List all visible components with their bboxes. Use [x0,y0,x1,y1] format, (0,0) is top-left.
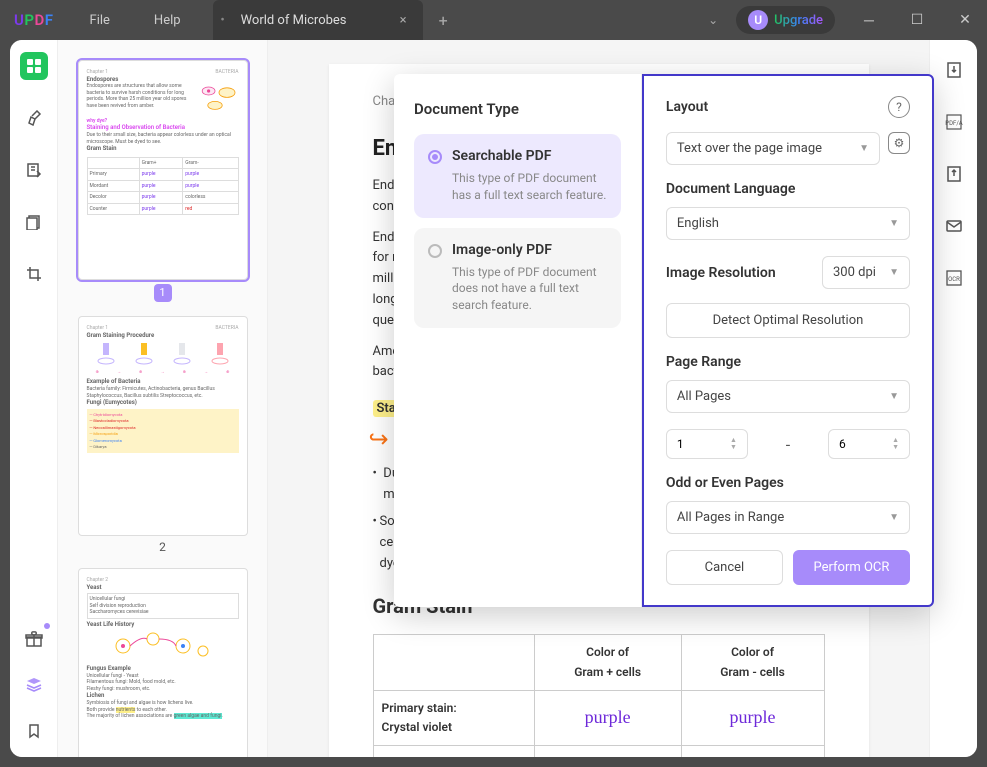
gear-icon[interactable]: ⚙ [888,132,910,154]
export-icon[interactable] [940,56,968,84]
language-label: Document Language [666,181,910,197]
document-type-label: Document Type [414,100,621,118]
ocr-dialog-left: Document Type Searchable PDF This type o… [394,74,642,607]
bookmark-icon[interactable] [20,717,48,745]
gift-icon[interactable] [20,625,48,653]
gram-stain-table: Color of Gram + cellsColor of Gram - cel… [373,634,825,757]
thumbnail-panel: Chapter 1BACTERIA Endospores Endospores … [58,40,268,757]
page-number-badge: 1 [154,284,172,302]
chevron-down-icon: ▼ [889,512,899,523]
left-toolbar [10,40,58,757]
perform-ocr-button[interactable]: Perform OCR [793,550,910,585]
tab-indicator-icon: • [213,13,233,28]
page-tool-icon[interactable] [20,208,48,236]
crop-icon[interactable] [20,260,48,288]
page-number: 2 [58,540,267,554]
radio-icon [428,150,442,164]
pdfa-icon[interactable]: PDF/A [940,108,968,136]
layout-select[interactable]: Text over the page image▼ [666,132,880,165]
window-close-icon[interactable]: ✕ [943,0,987,40]
tab-close-icon[interactable]: × [394,13,413,28]
mail-icon[interactable] [940,212,968,240]
layout-label: Layout [666,99,880,115]
chevron-down-icon: ▼ [889,267,899,278]
right-toolbar: PDF/A OCR [929,40,977,757]
menu-help[interactable]: Help [132,13,203,28]
odd-even-label: Odd or Even Pages [666,475,910,491]
thumbnail-page-3[interactable]: Chapter 2 Yeast Unicellular fungiSelf di… [78,568,248,757]
svg-text:OCR: OCR [948,276,960,283]
ocr-icon[interactable]: OCR [940,264,968,292]
main-viewport: Chapter 1BACTERIA Endospores Endospores … [10,40,977,757]
chevron-down-icon: ▼ [889,391,899,402]
window-maximize-icon[interactable]: ☐ [895,0,939,40]
odd-even-select[interactable]: All Pages in Range▼ [666,501,910,534]
option-image-only-pdf[interactable]: Image-only PDF This type of PDF document… [414,228,621,328]
page-range-label: Page Range [666,354,910,370]
svg-text:PDF/A: PDF/A [945,120,963,127]
resolution-select[interactable]: 300 dpi▼ [822,256,910,289]
save-icon[interactable] [940,160,968,188]
window-minimize-icon[interactable]: ─ [847,0,891,40]
ocr-dialog-right: Layout ? Text over the page image▼ ⚙ Doc… [642,74,934,607]
detect-resolution-button[interactable]: Detect Optimal Resolution [666,303,910,338]
page-from-input[interactable]: 1▲▼ [666,429,748,459]
cancel-button[interactable]: Cancel [666,550,783,585]
chevron-down-icon: ▼ [859,143,869,154]
resolution-label: Image Resolution [666,265,814,281]
thumbnails-icon[interactable] [20,52,48,80]
page-to-input[interactable]: 6▲▼ [828,429,910,459]
radio-icon [428,244,442,258]
upgrade-label: Upgrade [774,13,823,28]
highlight-icon[interactable] [20,104,48,132]
language-select[interactable]: English▼ [666,207,910,240]
app-logo: UPDF [0,11,68,29]
document-tab[interactable]: • World of Microbes × [213,0,423,40]
chevron-down-icon: ▼ [889,218,899,229]
layers-icon[interactable] [20,671,48,699]
titlebar: UPDF File Help • World of Microbes × + ⌄… [0,0,987,40]
tab-title: World of Microbes [233,13,394,28]
upgrade-button[interactable]: U Upgrade [736,6,835,34]
page-range-select[interactable]: All Pages▼ [666,380,910,413]
help-icon[interactable]: ? [888,96,910,118]
tabs-dropdown-icon[interactable]: ⌄ [694,13,732,27]
thumbnail-page-1[interactable]: Chapter 1BACTERIA Endospores Endospores … [78,60,248,280]
annotate-icon[interactable] [20,156,48,184]
thumbnail-page-2[interactable]: Chapter 1BACTERIA Gram Staining Procedur… [78,316,248,536]
option-searchable-pdf[interactable]: Searchable PDF This type of PDF document… [414,134,621,218]
ocr-dialog: Document Type Searchable PDF This type o… [394,74,934,607]
tab-add-icon[interactable]: + [423,11,464,30]
menu-file[interactable]: File [68,13,132,28]
upgrade-icon: U [748,10,768,30]
